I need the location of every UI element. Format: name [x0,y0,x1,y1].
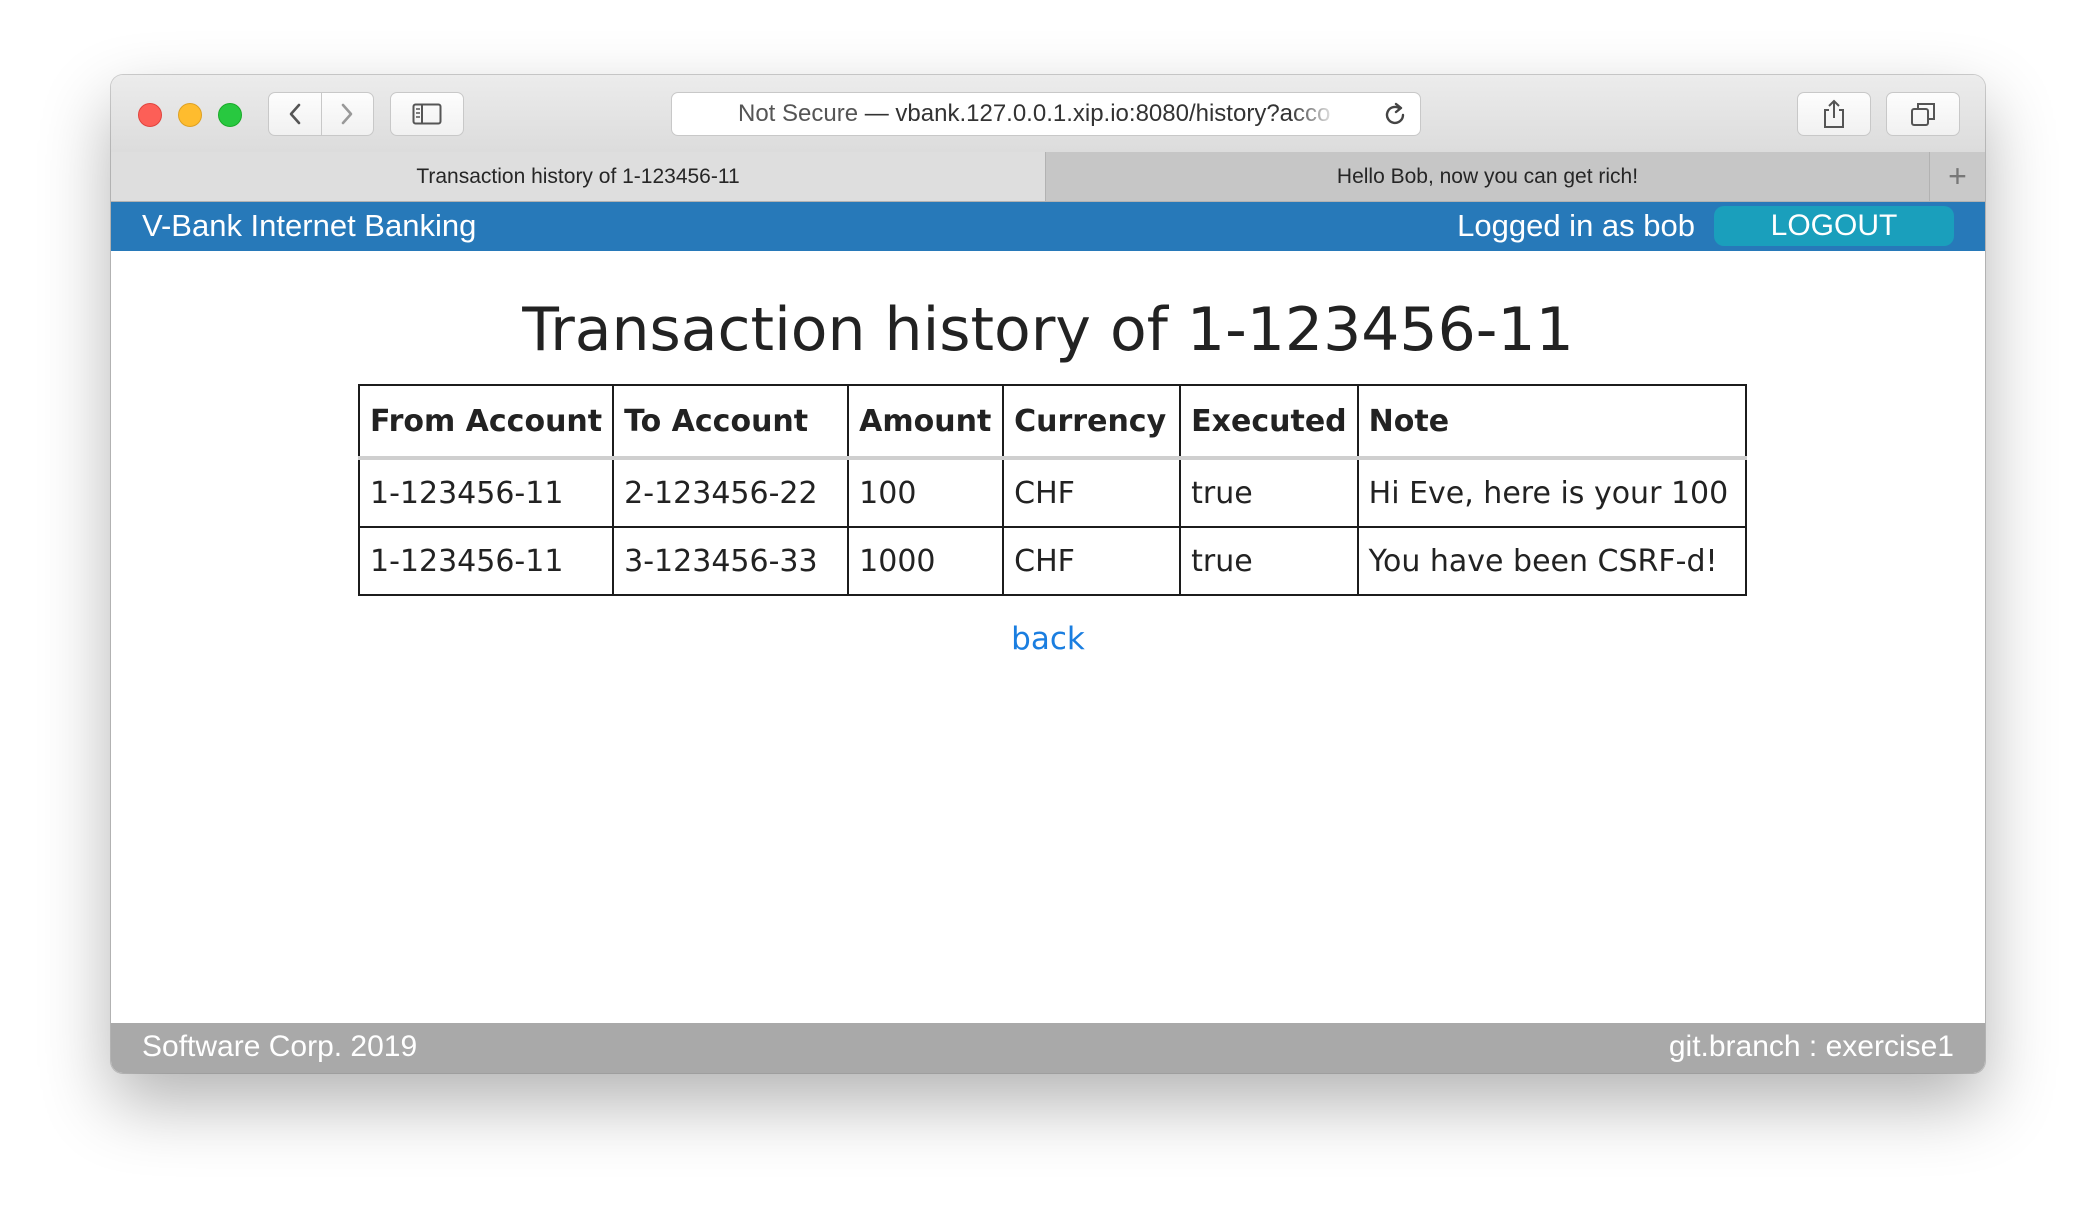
logout-button[interactable]: LOGOUT [1714,206,1954,246]
site-header: V-Bank Internet Banking Logged in as bob… [111,202,1985,251]
minimize-window-button[interactable] [178,103,202,127]
table-cell: 2-123456-22 [612,457,850,528]
table-row: 1-123456-11 3-123456-33 1000 CHF true Yo… [357,526,1747,596]
column-header: From Account [357,384,615,460]
tab-get-rich[interactable]: Hello Bob, now you can get rich! [1046,152,1930,201]
table-cell: CHF [1002,457,1182,528]
address-bar-text: Not Secure — vbank.127.0.0.1.xip.io:8080… [738,100,1338,128]
login-status: Logged in as bob [1457,208,1695,243]
reload-icon [1385,102,1405,125]
table-row: 1-123456-11 2-123456-22 100 CHF true Hi … [357,457,1747,528]
back-link-container: back [111,621,1985,657]
browser-toolbar: Not Secure — vbank.127.0.0.1.xip.io:8080… [111,75,1985,153]
footer-git-branch: git.branch : exercise1 [1668,1030,1954,1063]
url-text: vbank.127.0.0.1.xip.io:8080/history?acco [895,100,1331,127]
close-window-button[interactable] [138,103,162,127]
chevron-left-icon [289,103,301,125]
table-cell: 3-123456-33 [612,526,850,596]
sidebar-toggle-button[interactable] [390,92,464,136]
column-header: Amount [847,384,1005,460]
back-navigation-button[interactable] [269,93,321,135]
url-separator: — [864,100,889,127]
table-cell: true [1179,526,1359,596]
reload-button[interactable] [1382,102,1408,135]
sidebar-icon [412,103,442,125]
table-cell: Hi Eve, here is your 100 [1356,457,1747,528]
tabs-overview-icon [1911,103,1935,126]
address-bar[interactable]: Not Secure — vbank.127.0.0.1.xip.io:8080… [671,92,1421,136]
tab-title: Hello Bob, now you can get rich! [1336,164,1639,188]
chevron-right-icon [341,103,353,125]
site-footer: Software Corp. 2019 git.branch : exercis… [111,1023,1985,1073]
column-header: To Account [612,384,850,460]
table-cell: 100 [847,457,1005,528]
forward-navigation-button[interactable] [320,93,374,135]
table-cell: CHF [1002,526,1182,596]
tab-title: Transaction history of 1-123456-11 [416,164,740,188]
security-label: Not Secure [738,100,859,127]
column-header: Executed [1179,384,1359,460]
plus-icon: + [1948,158,1967,194]
share-button[interactable] [1797,92,1871,136]
logout-label: LOGOUT [1770,209,1898,242]
page-title: Transaction history of 1-123456-11 [522,295,1574,365]
maximize-window-button[interactable] [218,103,242,127]
brand-title: V-Bank Internet Banking [142,208,477,243]
share-icon [1824,99,1844,128]
transaction-table: From Account To Account Amount Currency … [357,384,1747,596]
show-tabs-button[interactable] [1886,92,1960,136]
footer-copyright: Software Corp. 2019 [142,1030,418,1063]
table-cell: 1000 [847,526,1005,596]
table-cell: You have been CSRF-d! [1356,526,1747,596]
browser-window: Not Secure — vbank.127.0.0.1.xip.io:8080… [111,75,1985,1073]
column-header: Note [1356,384,1747,460]
column-header: Currency [1002,384,1182,460]
table-header-row: From Account To Account Amount Currency … [357,384,1747,460]
tab-bar: Transaction history of 1-123456-11 Hello… [111,152,1985,202]
page-content: Transaction history of 1-123456-11 From … [111,251,1985,1073]
table-cell: 1-123456-11 [357,457,615,528]
new-tab-button[interactable]: + [1930,152,1985,201]
table-cell: 1-123456-11 [357,526,615,596]
table-cell: true [1179,457,1359,528]
back-link[interactable]: back [1011,621,1085,657]
tab-transaction-history[interactable]: Transaction history of 1-123456-11 [111,152,1046,201]
navigation-buttons [268,92,374,136]
